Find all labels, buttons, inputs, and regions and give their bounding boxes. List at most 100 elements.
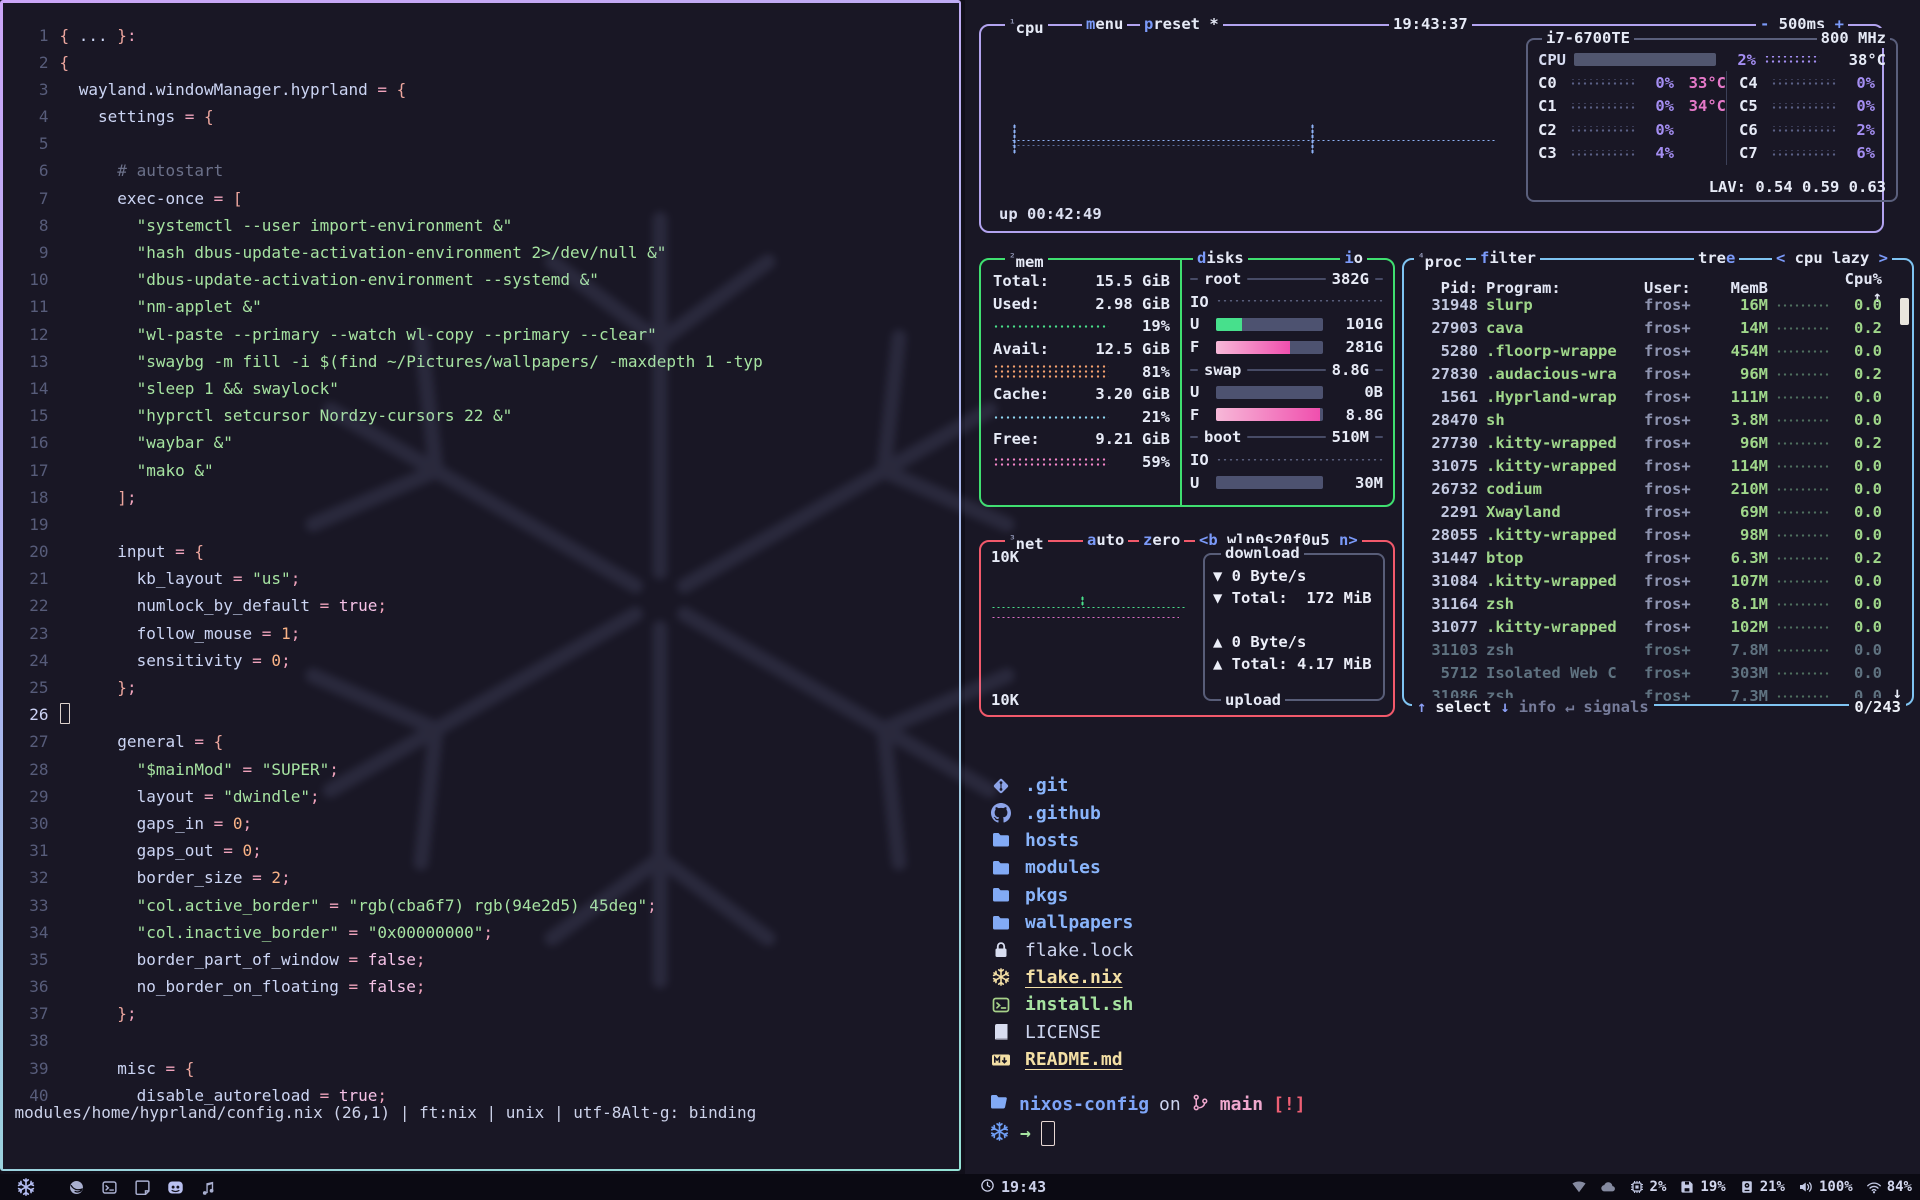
process-cpu-graph: [1776, 624, 1830, 630]
editor-line: 3 wayland.windowManager.hyprland = {: [3, 76, 959, 103]
process-row[interactable]: 31077.kitty-wrappedfros+102M0.0: [1404, 615, 1912, 638]
memory-usage-tray-item[interactable]: 19%: [1679, 1179, 1725, 1195]
git-branch-icon: [1191, 1093, 1210, 1117]
clock-icon: [980, 1178, 995, 1197]
process-row[interactable]: 1561.Hyprland-wrapfros+111M0.0: [1404, 385, 1912, 408]
disk-size: 382G: [1332, 270, 1369, 288]
header-memb[interactable]: MemB: [1710, 279, 1768, 297]
firefox-taskbar-button[interactable]: [64, 1175, 88, 1199]
editor-line: 22 numlock_by_default = true;: [3, 592, 959, 619]
process-row[interactable]: 31103zshfros+7.8M0.0: [1404, 638, 1912, 661]
process-cpu: 0.0: [1838, 411, 1882, 429]
select-label[interactable]: select: [1435, 698, 1491, 716]
header-user[interactable]: User:: [1644, 279, 1702, 297]
taskbar-clock[interactable]: 19:43: [980, 1174, 1046, 1200]
process-scrollbar[interactable]: [1900, 298, 1909, 325]
code-area[interactable]: 1{ ... }:2{3 wayland.windowManager.hyprl…: [3, 22, 959, 1110]
editor-line: 10 "dbus-update-activation-environment -…: [3, 266, 959, 293]
code-line-text: [60, 701, 70, 728]
terminal-icon: [989, 995, 1013, 1015]
tree-label: tre: [1698, 249, 1726, 267]
line-number: 39: [3, 1055, 49, 1082]
file-item: modules: [989, 854, 1133, 881]
proc-sort-selector[interactable]: < cpu lazy >: [1772, 248, 1892, 268]
process-row[interactable]: 27730.kitty-wrappedfros+96M0.2: [1404, 431, 1912, 454]
cpu-usage-tray-item[interactable]: 2%: [1629, 1179, 1667, 1195]
prompt-input-line[interactable]: →: [989, 1119, 1306, 1148]
process-row[interactable]: 28470shfros+3.8M0.0: [1404, 408, 1912, 431]
code-line-text: "systemctl --user import-environment &": [60, 212, 513, 239]
core-usage-percent: 6%: [1843, 144, 1875, 162]
process-row[interactable]: 26732codiumfros+210M0.0: [1404, 477, 1912, 500]
select-up-icon[interactable]: ↑: [1417, 698, 1426, 716]
process-name: slurp: [1486, 296, 1636, 314]
process-cpu-graph: [1776, 325, 1830, 331]
disk-usage-tray-item[interactable]: 21%: [1739, 1179, 1785, 1195]
process-row[interactable]: 28055.kitty-wrappedfros+98M0.0: [1404, 523, 1912, 546]
nixos-menu-taskbar-button[interactable]: [14, 1175, 38, 1199]
interval-minus-button[interactable]: -: [1760, 15, 1769, 33]
process-row[interactable]: 31084.kitty-wrappedfros+107M0.0: [1404, 569, 1912, 592]
editor-line: 28 "$mainMod" = "SUPER";: [3, 756, 959, 783]
process-pid: 31447: [1416, 549, 1478, 567]
cloud-applet-tray-item[interactable]: [1600, 1179, 1616, 1195]
net-zero-button[interactable]: zero: [1139, 530, 1184, 550]
nix-icon: [989, 967, 1013, 987]
process-row[interactable]: 5712Isolated Web Cfros+303M0.0: [1404, 661, 1912, 684]
proc-tree-button[interactable]: tree: [1694, 248, 1739, 268]
proc-filter-button[interactable]: filter: [1476, 248, 1540, 268]
sort-prev-button[interactable]: <: [1776, 249, 1795, 267]
process-name: .kitty-wrapped: [1486, 434, 1636, 452]
process-row[interactable]: 27830.audacious-wrafros+96M0.2: [1404, 362, 1912, 385]
upload-graph: [991, 616, 1179, 619]
notes-taskbar-button[interactable]: [130, 1175, 154, 1199]
editor-line: 17 "mako &": [3, 457, 959, 484]
process-row[interactable]: 27903cavafros+14M0.2: [1404, 316, 1912, 339]
process-row[interactable]: 31948slurpfros+16M0.0: [1404, 293, 1912, 316]
discord-taskbar-button[interactable]: [163, 1175, 187, 1199]
line-number: 25: [3, 674, 49, 701]
sort-next-button[interactable]: >: [1869, 249, 1888, 267]
auto-label: uto: [1096, 531, 1124, 549]
process-cpu-graph: [1776, 693, 1830, 699]
memory-stat-row: Total:15.5 GiB: [993, 270, 1170, 293]
music-taskbar-button[interactable]: [196, 1175, 220, 1199]
header-program[interactable]: Program:: [1486, 279, 1636, 297]
disk-name: root: [1204, 270, 1241, 288]
process-pid: 5712: [1416, 664, 1478, 682]
header-pid[interactable]: Pid:: [1416, 279, 1478, 297]
preset-button[interactable]: preset *: [1140, 14, 1223, 34]
process-table-header[interactable]: Pid: Program: User: MemB Cpu% ↑: [1404, 270, 1912, 293]
signals-button[interactable]: signals: [1583, 698, 1648, 716]
process-row[interactable]: 5280.floorp-wrappefros+454M0.0: [1404, 339, 1912, 362]
network-applet-tray-item[interactable]: [1571, 1179, 1587, 1195]
volume-tray-item[interactable]: 100%: [1798, 1179, 1853, 1195]
process-cpu-graph: [1776, 555, 1830, 561]
code-line-text: settings = {: [60, 103, 214, 130]
disk-bar-row: F8.8G: [1190, 404, 1383, 427]
wifi-signal-tray-item[interactable]: 84%: [1866, 1179, 1912, 1195]
select-down-icon[interactable]: ↓: [1500, 698, 1509, 716]
process-row[interactable]: 2291Xwaylandfros+69M0.0: [1404, 500, 1912, 523]
process-row[interactable]: 31164zshfros+8.1M0.0: [1404, 592, 1912, 615]
line-number: 11: [3, 293, 49, 320]
cpu-core-row: C20%: [1538, 118, 1726, 142]
process-row[interactable]: 31075.kitty-wrappedfros+114M0.0: [1404, 454, 1912, 477]
net-auto-button[interactable]: auto: [1083, 530, 1128, 550]
terminal-taskbar-button[interactable]: [97, 1175, 121, 1199]
book-icon: [989, 1022, 1013, 1042]
disk-name: swap: [1204, 361, 1241, 379]
line-number: 14: [3, 375, 49, 402]
process-name: .kitty-wrapped: [1486, 618, 1636, 636]
menu-button[interactable]: menu: [1082, 14, 1127, 34]
process-mem: 96M: [1710, 365, 1768, 383]
info-button[interactable]: info: [1519, 698, 1556, 716]
filter-label: ilter: [1489, 249, 1536, 267]
line-number: 5: [3, 130, 49, 157]
editor-line: 5: [3, 130, 959, 157]
process-row[interactable]: 31447btopfros+6.3M0.2: [1404, 546, 1912, 569]
process-name: .floorp-wrappe: [1486, 342, 1636, 360]
line-number: 27: [3, 728, 49, 755]
process-user: fros+: [1644, 641, 1702, 659]
line-number: 21: [3, 565, 49, 592]
